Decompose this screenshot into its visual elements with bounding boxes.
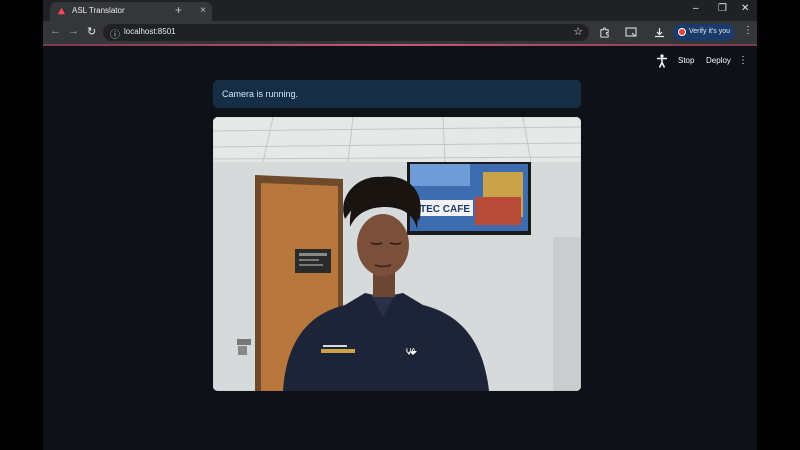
chest-logo-text: UA [406, 348, 416, 355]
close-window-icon[interactable]: ✕ [741, 3, 749, 14]
download-icon[interactable] [654, 27, 665, 38]
status-alert: Camera is running. [213, 80, 581, 108]
address-bar[interactable]: ⓘ localhost:8501 ☆ [103, 24, 589, 41]
camera-feed: TEC CAFE UA [213, 117, 581, 391]
tab-strip: ASL Translator × + – ❐ ✕ [43, 0, 757, 21]
reload-icon[interactable]: ↻ [87, 25, 96, 38]
info-icon[interactable]: ⓘ [110, 26, 120, 41]
forward-icon[interactable]: → [68, 25, 79, 37]
browser-window: ASL Translator × + – ❐ ✕ ← → ↻ ⓘ localho… [43, 0, 757, 450]
running-man-icon [657, 54, 667, 68]
back-icon[interactable]: ← [50, 25, 61, 37]
profile-avatar-icon [678, 28, 686, 36]
browser-toolbar: ← → ↻ ⓘ localhost:8501 ☆ Verify it's you… [43, 21, 757, 44]
menu-icon[interactable]: ⋮ [743, 25, 753, 36]
star-icon[interactable]: ☆ [573, 25, 583, 38]
camera-frame-image: TEC CAFE UA [213, 117, 581, 391]
minimize-icon[interactable]: – [693, 3, 699, 14]
streamlit-favicon-icon [57, 7, 66, 15]
restore-icon[interactable]: ❐ [718, 3, 727, 14]
verify-label: Verify it's you [689, 28, 731, 35]
deploy-button[interactable]: Deploy [706, 56, 731, 65]
verify-profile-button[interactable]: Verify it's you [673, 24, 735, 41]
extensions-icon[interactable] [599, 27, 610, 38]
tab-asl-translator[interactable]: ASL Translator × [50, 2, 212, 21]
loading-bar [43, 44, 757, 46]
stop-button[interactable]: Stop [678, 56, 694, 65]
cast-icon[interactable] [625, 27, 637, 38]
url-text: localhost:8501 [124, 27, 176, 36]
new-tab-button[interactable]: + [175, 3, 182, 17]
status-message: Camera is running. [222, 89, 299, 99]
tab-title: ASL Translator [72, 6, 125, 15]
app-menu-icon[interactable]: ⋮ [738, 55, 748, 66]
tv-screen-text: TEC CAFE [420, 204, 470, 215]
tab-close-icon[interactable]: × [200, 5, 206, 16]
